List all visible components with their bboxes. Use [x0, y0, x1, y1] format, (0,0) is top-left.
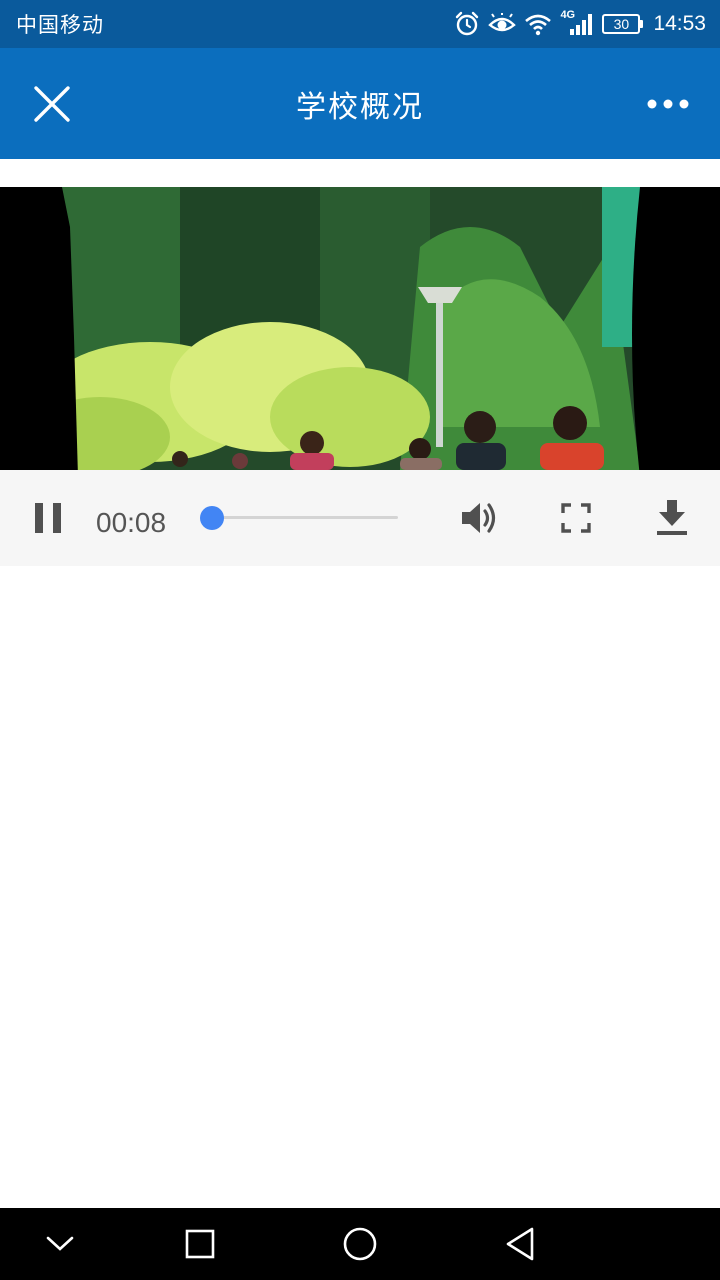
volume-icon	[462, 503, 496, 533]
signal-icon: 4G	[560, 9, 594, 37]
fullscreen-icon	[561, 503, 591, 533]
progress-slider[interactable]	[199, 506, 398, 530]
status-bar: 中国移动 4G 30 14:53	[0, 0, 720, 48]
alarm-icon	[454, 11, 480, 37]
carrier-name: 中国移动	[16, 13, 104, 37]
current-time: 00:08	[96, 507, 167, 538]
wifi-icon	[524, 12, 552, 36]
battery-icon: 30	[602, 14, 644, 34]
page-title: 学校概况	[296, 90, 424, 125]
status-icons: 4G 30 14:53	[454, 9, 706, 37]
download-button[interactable]	[648, 494, 696, 542]
back-triangle-icon	[506, 1227, 534, 1261]
system-nav-bar	[0, 1208, 720, 1280]
battery-level: 30	[602, 14, 641, 34]
video-controls: 00:08	[0, 470, 720, 566]
close-icon	[34, 86, 70, 122]
status-time: 14:53	[653, 12, 706, 35]
nav-home-button[interactable]	[330, 1218, 390, 1270]
more-dots-icon	[647, 99, 689, 109]
pause-button[interactable]	[22, 496, 74, 540]
chevron-down-icon	[46, 1236, 74, 1251]
pause-icon	[35, 503, 61, 533]
close-button[interactable]	[22, 74, 82, 134]
recents-square-icon	[185, 1229, 215, 1259]
volume-button[interactable]	[454, 496, 506, 540]
video-frame[interactable]	[0, 187, 720, 470]
more-options-button[interactable]	[638, 78, 698, 130]
eye-icon	[488, 13, 517, 35]
app-bar: 学校概况	[0, 48, 720, 159]
home-circle-icon	[343, 1227, 377, 1261]
download-icon	[657, 500, 687, 535]
video-player[interactable]	[0, 159, 720, 470]
progress-track[interactable]	[206, 516, 398, 519]
progress-thumb[interactable]	[199, 506, 224, 530]
nav-recents-button[interactable]	[170, 1218, 230, 1270]
nav-hide-button[interactable]	[30, 1218, 90, 1270]
fullscreen-button[interactable]	[552, 496, 600, 540]
nav-back-button[interactable]	[490, 1218, 550, 1270]
